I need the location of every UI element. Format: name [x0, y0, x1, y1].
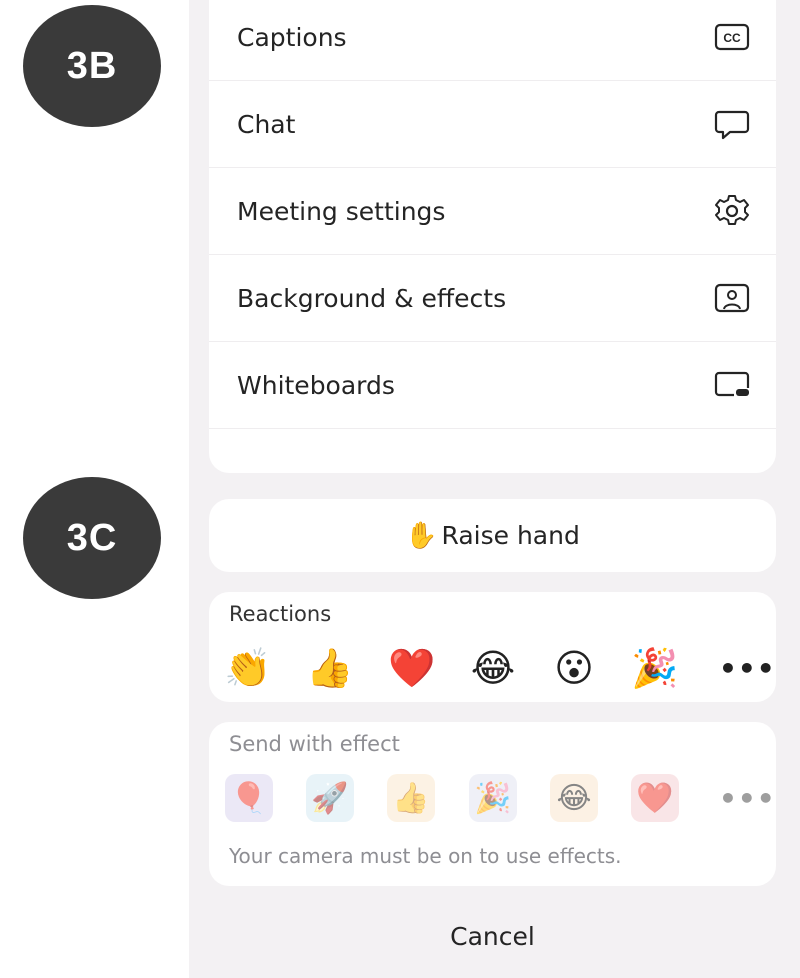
more-options-sheet: Captions CC Chat Meeting settings Backgr…	[189, 0, 800, 978]
menu-item-label: Background & effects	[237, 283, 507, 313]
cancel-button[interactable]: Cancel	[209, 900, 776, 972]
raise-hand-label: Raise hand	[441, 521, 580, 550]
step-badge-3b: 3B	[23, 5, 161, 127]
chat-icon	[712, 104, 752, 144]
background-effects-icon	[712, 278, 752, 318]
raise-hand-button[interactable]: ✋ Raise hand	[209, 499, 776, 572]
effect-rocket-icon: 🚀	[306, 774, 354, 822]
reactions-row: 👏 👍 ❤️ 😂 😮 🎉 •••	[209, 642, 776, 694]
captions-icon: CC	[712, 17, 752, 57]
svg-text:CC: CC	[723, 31, 741, 45]
step-badge-3c: 3C	[23, 477, 161, 599]
effects-title: Send with effect	[229, 732, 400, 756]
reaction-heart-icon[interactable]: ❤️	[387, 643, 437, 693]
effects-panel: Send with effect 🎈 🚀 👍 🎉 😂 ❤️ ••• Your c…	[209, 722, 776, 886]
reactions-panel: Reactions 👏 👍 ❤️ 😂 😮 🎉 •••	[209, 592, 776, 702]
reaction-celebrate-icon[interactable]: 🎉	[630, 643, 680, 693]
reaction-clap-icon[interactable]: 👏	[223, 643, 273, 693]
options-menu: Captions CC Chat Meeting settings Backgr…	[209, 0, 776, 473]
raised-hand-icon: ✋	[405, 520, 438, 551]
effect-confetti-icon: 🎉	[469, 774, 517, 822]
menu-item-whiteboards[interactable]: Whiteboards	[209, 342, 776, 429]
more-reactions-button[interactable]: •••	[719, 652, 776, 685]
reaction-surprised-icon[interactable]: 😮	[549, 643, 599, 693]
reactions-title: Reactions	[229, 602, 332, 626]
gear-icon	[712, 191, 752, 231]
menu-item-label: Whiteboards	[237, 370, 395, 400]
reaction-thumbs-up-icon[interactable]: 👍	[305, 643, 355, 693]
menu-item-captions[interactable]: Captions CC	[209, 0, 776, 81]
menu-item-meeting-settings[interactable]: Meeting settings	[209, 168, 776, 255]
menu-item-label: Captions	[237, 22, 347, 52]
effect-laugh-icon: 😂	[550, 774, 598, 822]
more-effects-button: •••	[719, 781, 776, 815]
menu-item-label: Meeting settings	[237, 196, 446, 226]
reaction-laugh-icon[interactable]: 😂	[468, 643, 518, 693]
menu-item-background-effects[interactable]: Background & effects	[209, 255, 776, 342]
effect-heart-icon: ❤️	[631, 774, 679, 822]
whiteboard-icon	[712, 365, 752, 405]
effects-camera-note: Your camera must be on to use effects.	[229, 844, 622, 868]
effects-row: 🎈 🚀 👍 🎉 😂 ❤️ •••	[209, 772, 776, 824]
effect-balloon-icon: 🎈	[225, 774, 273, 822]
effect-thumbs-up-icon: 👍	[387, 774, 435, 822]
menu-item-chat[interactable]: Chat	[209, 81, 776, 168]
menu-item-label: Chat	[237, 109, 296, 139]
